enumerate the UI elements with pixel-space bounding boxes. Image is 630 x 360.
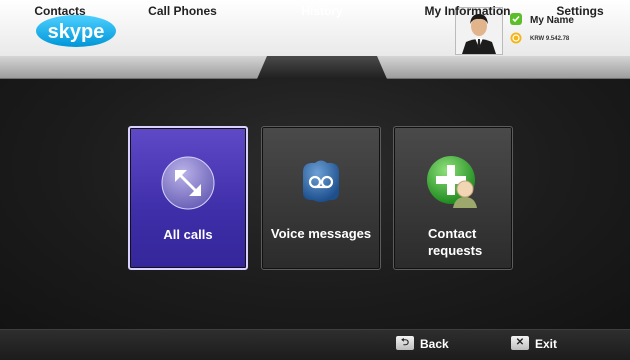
footer-bar: ⮌ Back ✕ Exit [0,329,630,360]
back-key-icon: ⮌ [396,336,414,350]
all-calls-label: All calls [163,227,213,242]
voice-messages-tile[interactable]: Voice messages [261,126,381,270]
tab-active-indicator [257,56,387,79]
tab-settings[interactable]: Settings [540,0,620,22]
exit-label: Exit [535,337,558,351]
history-panel: All calls Voice messages Contact request… [0,79,630,329]
add-contact-icon [427,156,477,208]
all-calls-tile[interactable]: All calls [128,126,248,270]
tab-my-information[interactable]: My Information [400,0,535,22]
voicemail-icon [303,160,339,202]
voice-messages-label: Voice messages [270,226,372,241]
tab-history[interactable]: History [257,0,387,22]
arrows-expand-icon [161,156,215,210]
logo-text: skype [48,21,105,43]
exit-key-icon: ✕ [511,336,529,350]
tab-call-phones[interactable]: Call Phones [120,0,245,22]
credit-icon [510,32,522,44]
tab-contacts[interactable]: Contacts [0,0,120,22]
back-button[interactable]: ⮌ Back [396,336,466,356]
back-label: Back [420,337,449,351]
contact-requests-tile[interactable]: Contact requests [393,126,513,270]
user-credit: KRW 9.542.78 [530,36,570,42]
exit-button[interactable]: ✕ Exit [511,336,581,356]
contact-requests-label: Contact requests [428,226,483,258]
